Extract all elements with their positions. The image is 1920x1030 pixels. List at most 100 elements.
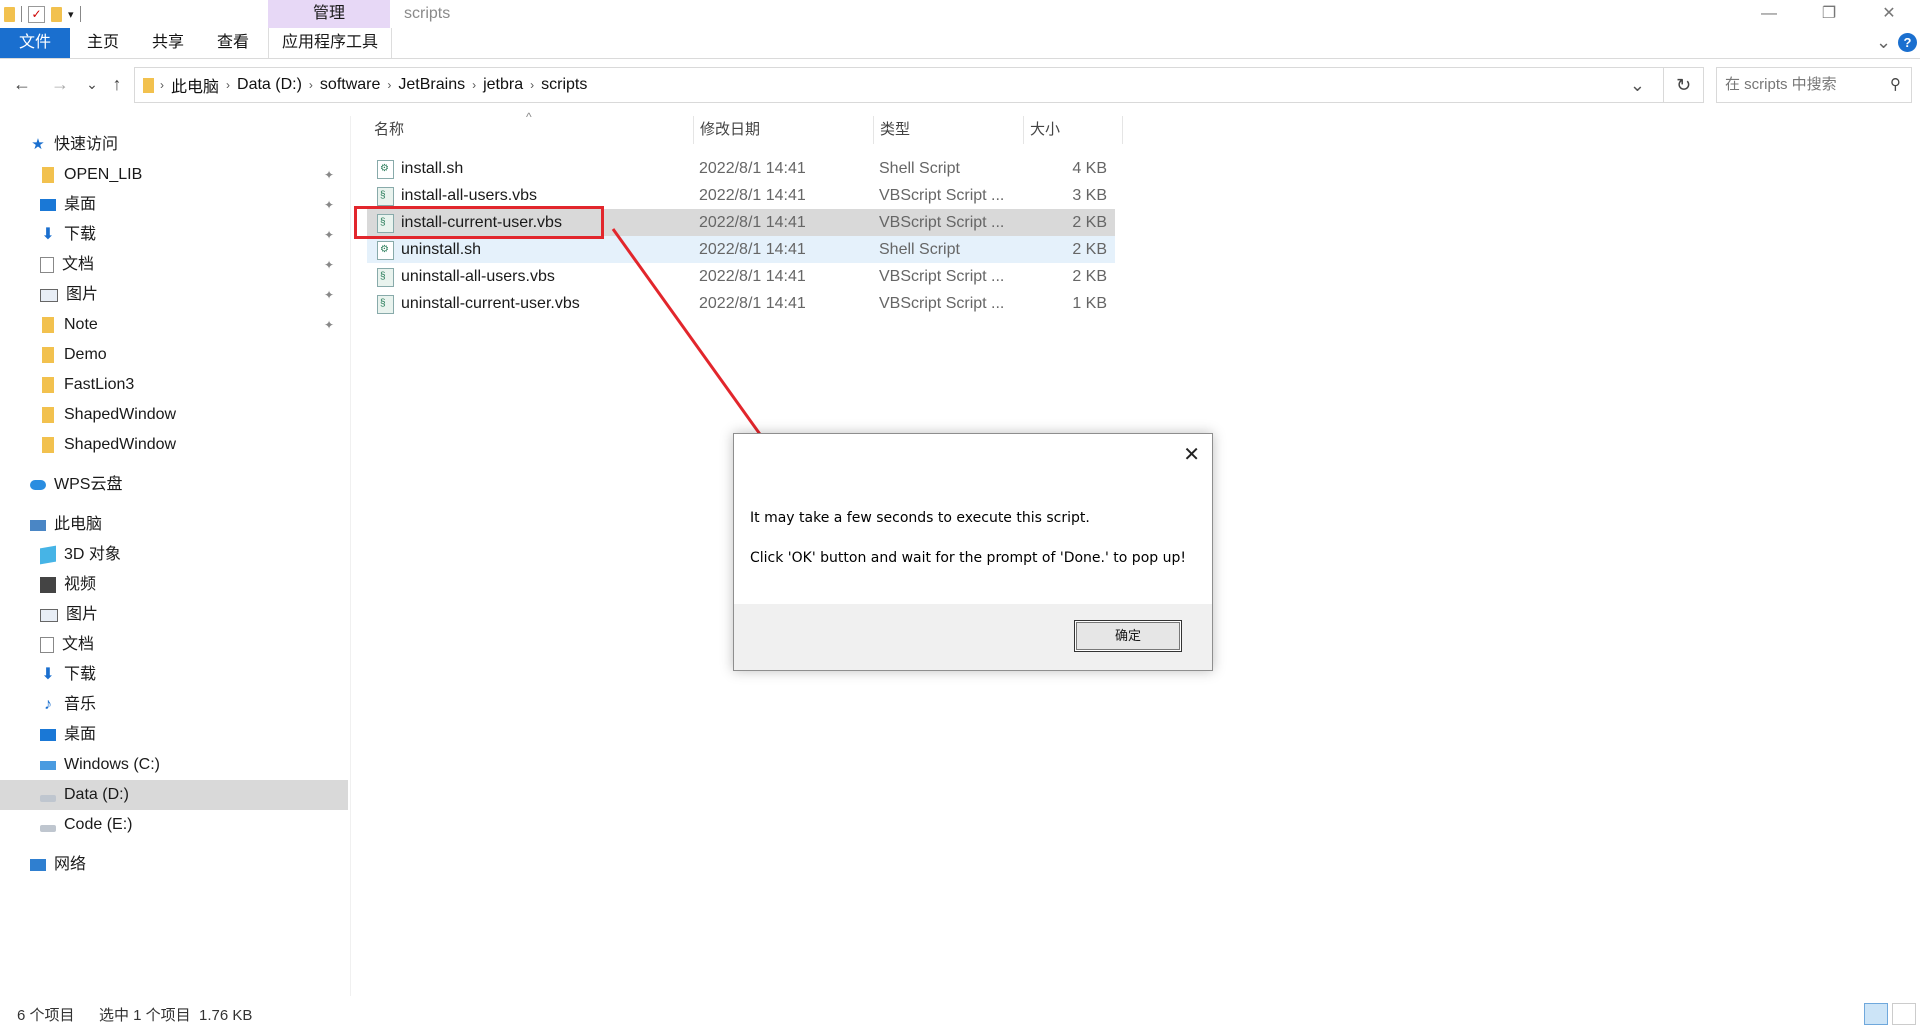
file-name: uninstall-current-user.vbs — [401, 295, 580, 312]
file-size: 4 KB — [1072, 160, 1107, 177]
nav-item-drive-d[interactable]: Data (D:) — [0, 780, 348, 810]
navigation-pane: ★ 快速访问 OPEN_LIB ✦ 桌面 ✦ ⬇ 下载 ✦ 文档 ✦ 图片 ✦ … — [0, 128, 348, 988]
details-view-icon[interactable] — [1864, 1003, 1888, 1025]
nav-label: 桌面 — [64, 196, 97, 213]
nav-item-shapedwindow-2[interactable]: ShapedWindow — [40, 430, 340, 460]
file-name: install-all-users.vbs — [401, 187, 538, 204]
nav-label: 网络 — [54, 856, 87, 873]
nav-item-fastlion3[interactable]: FastLion3 — [40, 370, 340, 400]
nav-item-drive-e[interactable]: Code (E:) — [40, 810, 340, 840]
address-dropdown-icon[interactable]: ⌄ — [1630, 75, 1645, 96]
help-icon[interactable]: ? — [1898, 33, 1917, 52]
nav-label: 音乐 — [64, 696, 97, 713]
pane-divider[interactable] — [350, 116, 351, 996]
breadcrumb-data-d[interactable]: Data (D:) — [230, 76, 309, 94]
manage-tab[interactable]: 管理 — [268, 0, 390, 28]
folder-icon — [42, 377, 54, 393]
column-divider[interactable] — [1122, 116, 1123, 144]
vbscript-icon: § — [377, 268, 394, 287]
breadcrumb-jetbra[interactable]: jetbra — [476, 76, 530, 94]
nav-item-downloads-pc[interactable]: ⬇ 下载 — [40, 660, 340, 690]
address-bar[interactable]: › 此电脑 › Data (D:) › software › JetBrains… — [134, 67, 1664, 103]
nav-wps-cloud[interactable]: WPS云盘 — [30, 470, 340, 500]
nav-item-documents-pc[interactable]: 文档 — [40, 630, 340, 660]
nav-item-3d-objects[interactable]: 3D 对象 — [40, 540, 340, 570]
recent-locations-icon[interactable]: ⌄ — [80, 72, 104, 96]
nav-label: 文档 — [62, 256, 95, 273]
column-divider[interactable] — [1023, 116, 1024, 144]
breadcrumb-this-pc[interactable]: 此电脑 — [164, 73, 226, 97]
dialog-close-icon[interactable]: ✕ — [1183, 442, 1200, 467]
nav-label: 图片 — [66, 286, 99, 303]
column-divider[interactable] — [873, 116, 874, 144]
3d-objects-icon — [40, 545, 56, 565]
new-folder-icon[interactable] — [51, 6, 62, 22]
nav-item-pictures-pc[interactable]: 图片 — [40, 600, 340, 630]
folder-icon — [42, 317, 54, 333]
nav-label: Note — [64, 316, 98, 333]
tab-application-tools[interactable]: 应用程序工具 — [268, 28, 392, 58]
column-header-size[interactable]: 大小 — [1030, 116, 1060, 144]
up-icon[interactable]: ↑ — [105, 72, 129, 96]
breadcrumb-jetbrains[interactable]: JetBrains — [391, 76, 472, 94]
nav-label: 文档 — [62, 636, 95, 653]
drive-icon — [40, 824, 56, 832]
nav-this-pc[interactable]: 此电脑 — [30, 510, 340, 540]
file-row[interactable]: § install-all-users.vbs 2022/8/1 14:41 V… — [367, 182, 1115, 209]
search-input[interactable]: 在 scripts 中搜索 ⚲ — [1716, 67, 1912, 103]
nav-item-desktop[interactable]: 桌面 ✦ — [40, 190, 340, 220]
nav-item-desktop-pc[interactable]: 桌面 — [40, 720, 340, 750]
selection-info: 选中 1 个项目 1.76 KB — [99, 1007, 253, 1024]
star-icon: ★ — [31, 136, 45, 153]
properties-check-icon[interactable]: ✓ — [28, 5, 45, 23]
dialog-message-line-2: Click 'OK' button and wait for the promp… — [750, 550, 1186, 566]
vbscript-icon: § — [377, 187, 394, 206]
pin-icon: ✦ — [323, 258, 334, 272]
column-header-type[interactable]: 类型 — [880, 116, 910, 144]
file-tab[interactable]: 文件 — [0, 28, 70, 58]
nav-network[interactable]: 网络 — [30, 850, 340, 880]
network-icon — [30, 859, 46, 871]
refresh-icon[interactable]: ↻ — [1664, 67, 1704, 103]
file-name: uninstall.sh — [401, 241, 482, 258]
column-divider[interactable] — [693, 116, 694, 144]
dialog-footer: 确定 — [734, 604, 1212, 670]
nav-item-drive-c[interactable]: Windows (C:) — [40, 750, 340, 780]
close-icon[interactable]: ✕ — [1860, 0, 1918, 28]
column-header-name[interactable]: 名称 — [374, 116, 404, 144]
pin-icon: ✦ — [323, 168, 334, 182]
tab-home[interactable]: 主页 — [87, 28, 119, 58]
file-date: 2022/8/1 14:41 — [699, 187, 806, 204]
nav-label: Demo — [64, 346, 107, 363]
nav-item-shapedwindow[interactable]: ShapedWindow — [40, 400, 340, 430]
nav-item-documents[interactable]: 文档 ✦ — [40, 250, 340, 280]
breadcrumb-scripts[interactable]: scripts — [534, 76, 594, 94]
expand-ribbon-icon[interactable]: ⌄ — [1876, 32, 1891, 53]
large-icons-view-icon[interactable] — [1892, 1003, 1916, 1025]
tab-share[interactable]: 共享 — [152, 28, 184, 58]
nav-item-open-lib[interactable]: OPEN_LIB ✦ — [40, 160, 340, 190]
customize-toolbar-icon[interactable]: ▾ — [68, 8, 74, 21]
nav-label: FastLion3 — [64, 376, 135, 393]
tab-view[interactable]: 查看 — [217, 28, 249, 58]
sort-ascending-icon: ^ — [526, 110, 532, 124]
file-row[interactable]: ⚙ install.sh 2022/8/1 14:41 Shell Script… — [367, 155, 1115, 182]
nav-item-note[interactable]: Note ✦ — [40, 310, 340, 340]
nav-label: Code (E:) — [64, 816, 133, 833]
file-name: uninstall-all-users.vbs — [401, 268, 555, 285]
nav-item-demo[interactable]: Demo — [40, 340, 340, 370]
back-icon[interactable]: ← — [10, 72, 34, 96]
column-header-date[interactable]: 修改日期 — [700, 116, 760, 144]
nav-item-music[interactable]: ♪ 音乐 — [40, 690, 340, 720]
forward-icon[interactable]: → — [48, 72, 72, 96]
ok-button[interactable]: 确定 — [1074, 620, 1182, 652]
nav-item-pictures[interactable]: 图片 ✦ — [40, 280, 340, 310]
nav-quick-access[interactable]: ★ 快速访问 — [30, 130, 340, 160]
desktop-icon — [40, 199, 56, 211]
restore-icon[interactable]: ❐ — [1800, 0, 1858, 28]
minimize-icon[interactable]: — — [1740, 0, 1798, 28]
picture-icon — [40, 288, 58, 302]
breadcrumb-software[interactable]: software — [313, 76, 387, 94]
nav-item-videos[interactable]: 视频 — [40, 570, 340, 600]
nav-item-downloads[interactable]: ⬇ 下载 ✦ — [40, 220, 340, 250]
